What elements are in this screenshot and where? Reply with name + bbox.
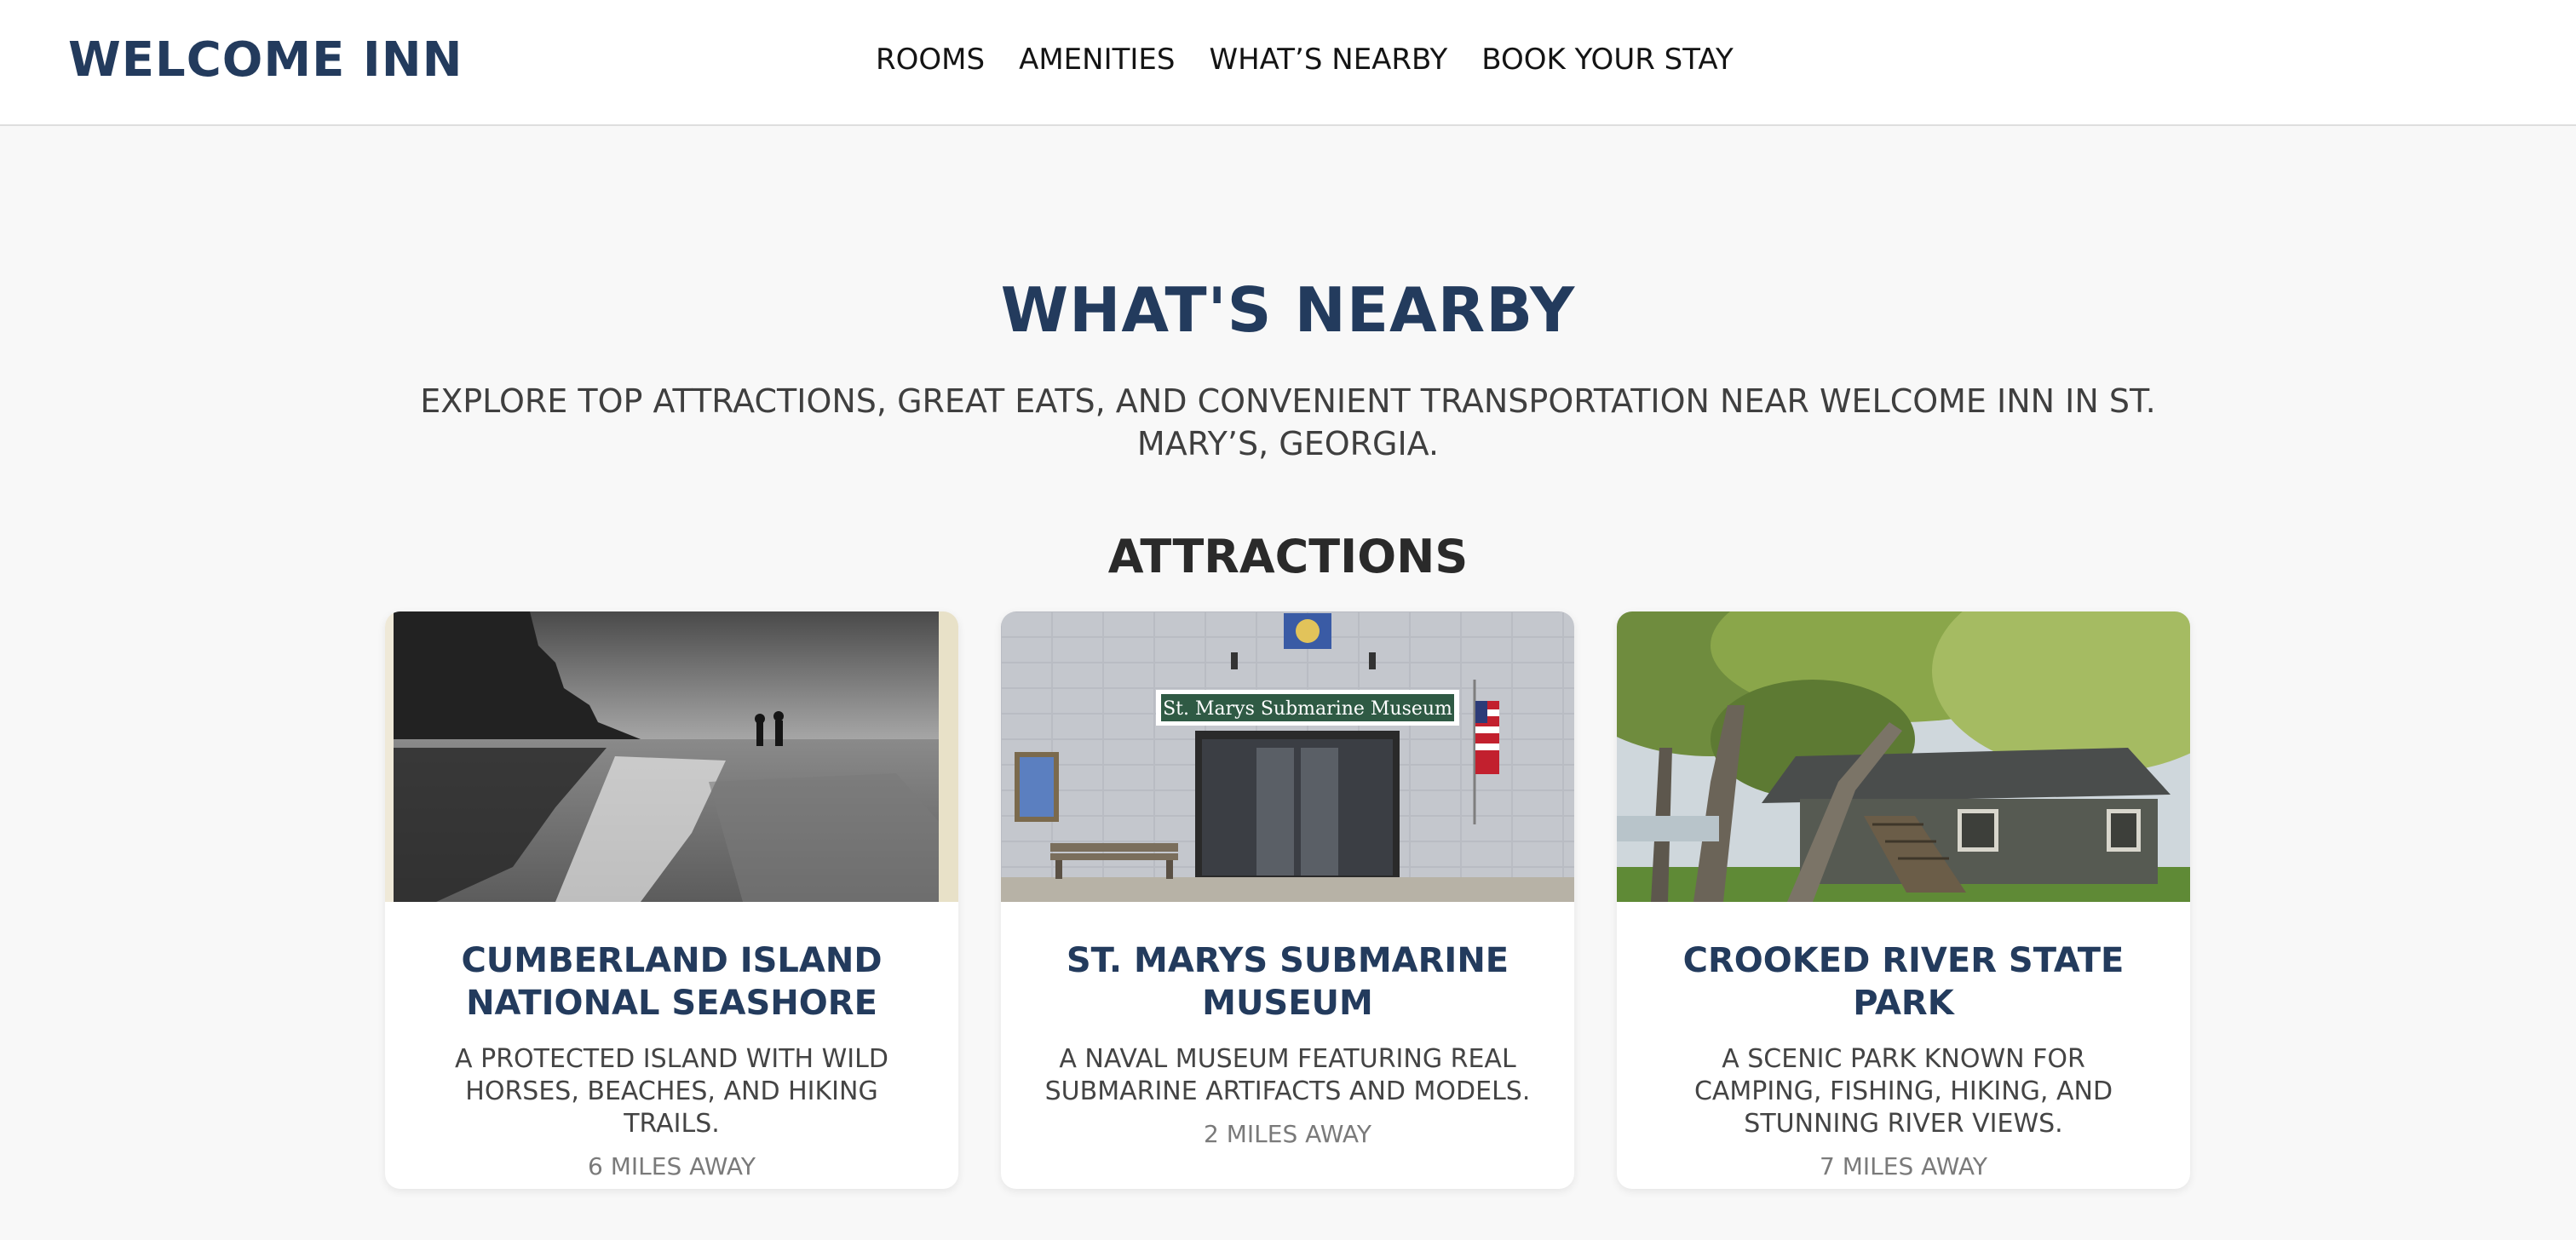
attraction-card-cumberland[interactable]: CUMBERLAND ISLAND NATIONAL SEASHORE A PR… [385, 611, 958, 1189]
page-title: WHAT'S NEARBY [1000, 274, 1576, 346]
attraction-card-crooked-river[interactable]: CROOKED RIVER STATE PARK A SCENIC PARK K… [1617, 611, 2190, 1189]
card-title: ST. MARYS SUBMARINE MUSEUM [1066, 941, 1509, 1023]
nav-whats-nearby[interactable]: WHAT’S NEARBY [1209, 43, 1447, 77]
attractions-heading: ATTRACTIONS [1107, 530, 1469, 583]
card-description: A PROTECTED ISLAND WITH WILD HORSES, BEA… [455, 1044, 888, 1139]
attractions-list: CUMBERLAND ISLAND NATIONAL SEASHORE A PR… [385, 611, 2191, 1189]
card-body: CROOKED RIVER STATE PARK A SCENIC PARK K… [1617, 902, 2190, 1189]
main-nav: ROOMS AMENITIES WHAT’S NEARBY BOOK YOUR … [876, 43, 1734, 77]
site-header: WELCOME INN ROOMS AMENITIES WHAT’S NEARB… [0, 0, 2576, 126]
card-body: CUMBERLAND ISLAND NATIONAL SEASHORE A PR… [385, 902, 958, 1189]
attraction-card-submarine-museum[interactable]: St. Marys Submarine Museum ST. MARYS SUB… [1001, 611, 1574, 1189]
beach-photo [385, 611, 958, 902]
card-title: CROOKED RIVER STATE PARK [1682, 941, 2125, 1023]
card-distance: 6 MILES AWAY [588, 1152, 756, 1180]
park-cabin-photo [1617, 611, 2190, 902]
nav-book-your-stay[interactable]: BOOK YOUR STAY [1481, 43, 1733, 77]
nav-rooms[interactable]: ROOMS [876, 43, 985, 77]
card-body: ST. MARYS SUBMARINE MUSEUM A NAVAL MUSEU… [1001, 902, 1574, 1189]
nav-amenities[interactable]: AMENITIES [1019, 43, 1175, 77]
card-title: CUMBERLAND ISLAND NATIONAL SEASHORE [461, 941, 883, 1023]
card-distance: 7 MILES AWAY [1820, 1152, 1987, 1180]
page-intro: EXPLORE TOP ATTRACTIONS, GREAT EATS, AND… [420, 382, 2156, 462]
card-distance: 2 MILES AWAY [1204, 1120, 1371, 1148]
card-description: A NAVAL MUSEUM FEATURING REAL SUBMARINE … [1044, 1044, 1531, 1106]
site-logo[interactable]: WELCOME INN [68, 32, 463, 88]
card-description: A SCENIC PARK KNOWN FOR CAMPING, FISHING… [1693, 1044, 2113, 1139]
museum-photo: St. Marys Submarine Museum [1001, 611, 1574, 902]
museum-sign-text: St. Marys Submarine Museum [1163, 698, 1452, 720]
